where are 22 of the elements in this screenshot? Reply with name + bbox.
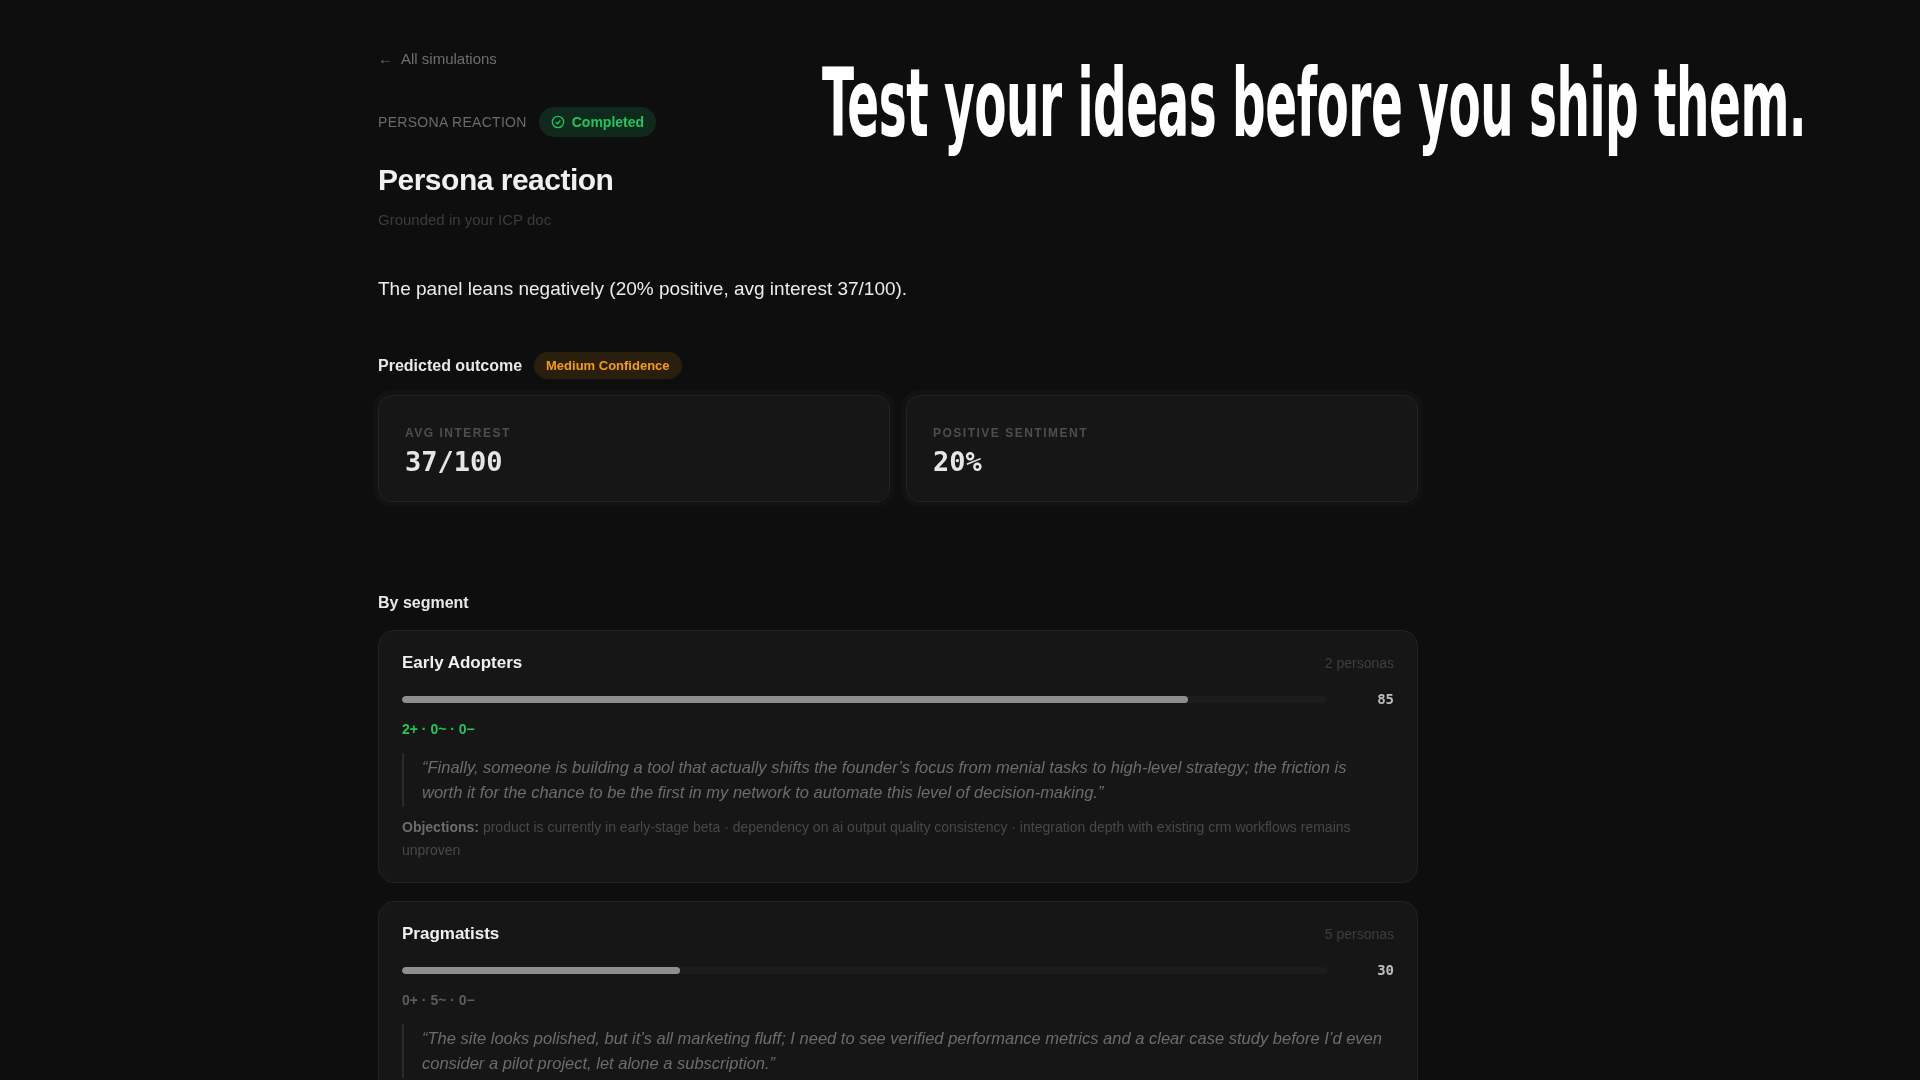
metric-label: AVG INTEREST (405, 426, 512, 440)
sentiment-counts: 0+ · 5~ · 0− (402, 992, 476, 1008)
metric-value: 37/100 (405, 446, 504, 477)
section-heading: By segment (378, 594, 469, 612)
score-value: 30 (1377, 962, 1394, 978)
summary-text: The panel leans negatively (20% positive, avg interest 37/100). (378, 278, 908, 300)
sentiment-counts: 2+ · 0~ · 0− (402, 721, 476, 737)
headline: Test your ideas before you ship them. (822, 52, 1807, 156)
page-title: Persona reaction (378, 163, 614, 197)
section-heading: Predicted outcome (378, 356, 523, 375)
status-badge: Completed (538, 107, 657, 137)
confidence-badge: Medium Confidence (534, 352, 682, 379)
check-circle-icon (550, 115, 565, 129)
back-link[interactable]: ← All simulations (378, 50, 497, 67)
score-value: 85 (1377, 691, 1394, 707)
segment-name: Early Adopters (402, 653, 523, 673)
metric-value: 20% (933, 446, 983, 477)
eyebrow-label: PERSONA REACTION (378, 114, 527, 130)
persona-quote: “The site looks polished, but it’s all marketing fluff; I need to see verified performance metrics and a clear case study before I’d even consider a pilot project, let alone a subscription.” (402, 1024, 1394, 1078)
metric-label: POSITIVE SENTIMENT (933, 426, 1089, 440)
persona-quote: “Finally, someone is building a tool that actually shifts the founder’s focus from menial tasks to high-level strategy; the friction is worth it for the chance to be the first in my network to automate this level of decision-making.” (402, 753, 1394, 807)
segment-name: Pragmatists (402, 924, 500, 944)
